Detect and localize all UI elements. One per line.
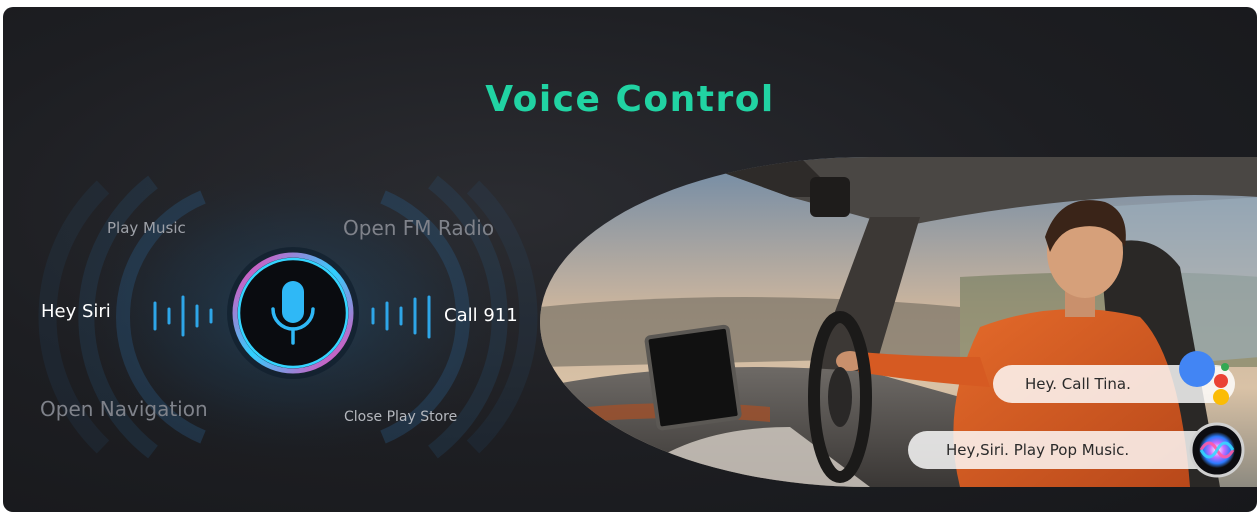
google-assistant-icon (1179, 351, 1229, 405)
command-close-play-store: Close Play Store (344, 409, 458, 425)
voice-command-panel: Play Music Open FM Radio Hey Siri Call 9… (3, 157, 543, 477)
command-call-911: Call 911 (444, 305, 518, 326)
siri-icon (1189, 422, 1245, 478)
command-play-music: Play Music (107, 219, 186, 237)
command-open-navigation: Open Navigation (40, 397, 208, 421)
page-title: Voice Control (485, 79, 775, 120)
voice-control-banner: Voice Control Play Music Open FM Radio H… (3, 7, 1257, 512)
command-hey-siri: Hey Siri (41, 301, 111, 322)
command-open-fm-radio: Open FM Radio (343, 216, 495, 240)
